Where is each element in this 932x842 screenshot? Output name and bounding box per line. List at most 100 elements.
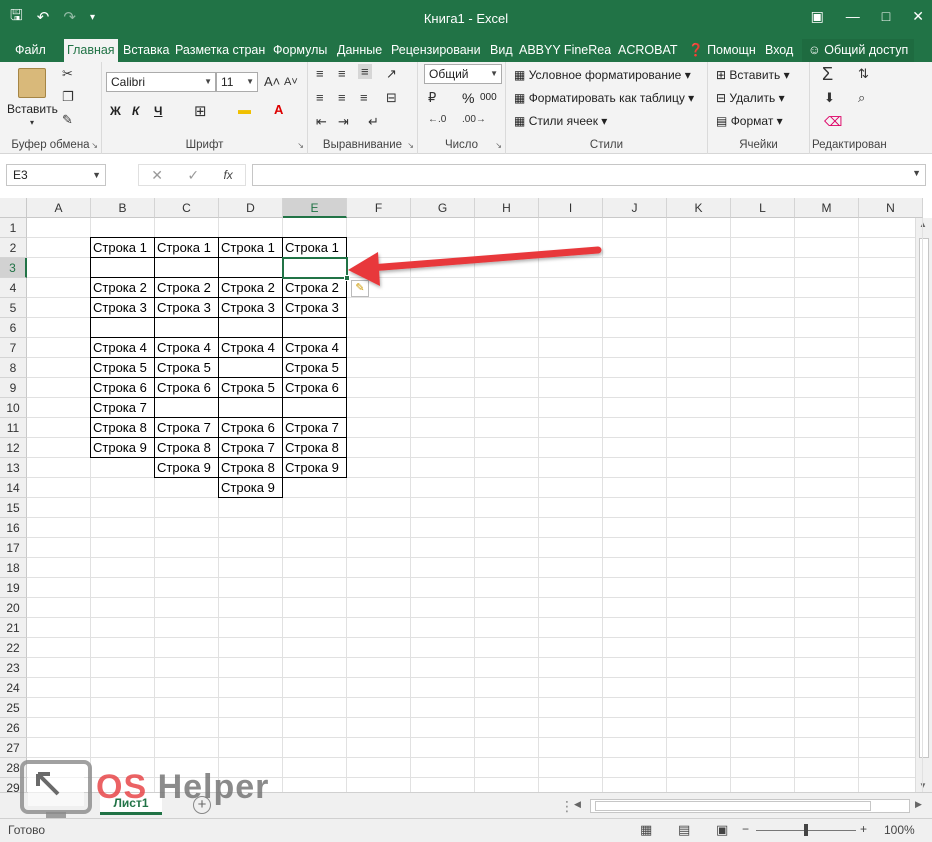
cell-e11[interactable]: Строка 7 (283, 418, 346, 438)
currency-icon[interactable]: ₽ (428, 90, 436, 106)
row-header-7[interactable]: 7 (0, 338, 27, 358)
cell-b10[interactable]: Строка 7 (91, 398, 154, 418)
ribbon-display-icon[interactable]: ▣ (811, 8, 824, 25)
column-header-k[interactable]: K (667, 198, 731, 218)
number-format-select[interactable]: Общий ▼ (424, 64, 502, 84)
share-button[interactable]: ☺ Общий доступ (802, 39, 915, 62)
font-launcher-icon[interactable]: ↘ (297, 141, 304, 150)
cell-d14[interactable]: Строка 9 (219, 478, 282, 498)
tab-review[interactable]: Рецензировани (388, 39, 482, 62)
cell-b2[interactable]: Строка 1 (91, 238, 154, 258)
increase-indent-icon[interactable]: ⇥ (338, 114, 349, 130)
cell-c13[interactable]: Строка 9 (155, 458, 218, 478)
bold-button[interactable]: Ж (110, 104, 121, 118)
tab-insert[interactable]: Вставка (120, 39, 172, 62)
cell-e2[interactable]: Строка 1 (283, 238, 346, 258)
row-header-10[interactable]: 10 (0, 398, 27, 418)
paste-button[interactable]: Вставить (7, 102, 58, 116)
align-center-icon[interactable]: ≡ (338, 90, 346, 105)
column-header-h[interactable]: H (475, 198, 539, 218)
row-header-23[interactable]: 23 (0, 658, 27, 678)
cell-c8[interactable]: Строка 5 (155, 358, 218, 378)
row-header-15[interactable]: 15 (0, 498, 27, 518)
row-header-26[interactable]: 26 (0, 718, 27, 738)
font-color-icon[interactable]: A (274, 102, 283, 117)
copy-icon[interactable]: ❐ (62, 89, 74, 105)
cell-e9[interactable]: Строка 6 (283, 378, 346, 398)
cell-c5[interactable]: Строка 3 (155, 298, 218, 318)
column-header-b[interactable]: B (91, 198, 155, 218)
row-header-17[interactable]: 17 (0, 538, 27, 558)
column-header-n[interactable]: N (859, 198, 923, 218)
tab-tell-me[interactable]: ❓ Помощн (685, 39, 759, 62)
column-header-a[interactable]: A (27, 198, 91, 218)
alignment-launcher-icon[interactable]: ↘ (407, 141, 414, 150)
minimize-icon[interactable]: — (846, 8, 860, 24)
italic-button[interactable]: К (132, 104, 139, 118)
column-header-m[interactable]: M (795, 198, 859, 218)
column-header-g[interactable]: G (411, 198, 475, 218)
row-header-8[interactable]: 8 (0, 358, 27, 378)
cell-b5[interactable]: Строка 3 (91, 298, 154, 318)
column-header-d[interactable]: D (219, 198, 283, 218)
row-header-11[interactable]: 11 (0, 418, 27, 438)
format-as-table-button[interactable]: ▦ Форматировать как таблицу ▾ (514, 91, 694, 105)
font-size-select[interactable]: 11 ▼ (216, 72, 258, 92)
cell-d7[interactable]: Строка 4 (219, 338, 282, 358)
normal-view-icon[interactable]: ▦ (640, 822, 652, 838)
tab-split-icon[interactable]: ⋮ (560, 798, 574, 815)
zoom-level[interactable]: 100% (884, 823, 915, 837)
column-header-c[interactable]: C (155, 198, 219, 218)
row-header-9[interactable]: 9 (0, 378, 27, 398)
column-header-j[interactable]: J (603, 198, 667, 218)
cell-d2[interactable]: Строка 1 (219, 238, 282, 258)
column-header-l[interactable]: L (731, 198, 795, 218)
cell-c2[interactable]: Строка 1 (155, 238, 218, 258)
autosum-icon[interactable]: Σ (822, 64, 833, 85)
cell-e5[interactable]: Строка 3 (283, 298, 346, 318)
cell-b7[interactable]: Строка 4 (91, 338, 154, 358)
merge-icon[interactable]: ⊟ (386, 90, 397, 106)
row-header-14[interactable]: 14 (0, 478, 27, 498)
decrease-decimal-icon[interactable]: .00→ (462, 114, 486, 125)
paste-dropdown-icon[interactable]: ▾ (30, 118, 34, 127)
number-launcher-icon[interactable]: ↘ (495, 141, 502, 150)
align-bottom-icon[interactable]: ≡ (358, 64, 372, 79)
tab-page-layout[interactable]: Разметка страни (172, 39, 266, 62)
wrap-text-icon[interactable]: ↵ (368, 114, 379, 130)
sort-filter-icon[interactable]: ⇅ (858, 66, 869, 82)
fill-handle[interactable] (344, 275, 350, 281)
maximize-icon[interactable]: □ (882, 8, 890, 24)
scroll-left-icon[interactable]: ◀ (574, 799, 581, 810)
cell-b12[interactable]: Строка 9 (91, 438, 154, 458)
expand-formula-icon[interactable]: ▼ (912, 168, 921, 178)
tab-home[interactable]: Главная (64, 39, 118, 62)
formula-input[interactable]: ▼ (252, 164, 926, 186)
cell-b11[interactable]: Строка 8 (91, 418, 154, 438)
row-header-6[interactable]: 6 (0, 318, 27, 338)
cell-e4[interactable]: Строка 2 (283, 278, 346, 298)
align-left-icon[interactable]: ≡ (316, 90, 324, 105)
cell-b4[interactable]: Строка 2 (91, 278, 154, 298)
row-header-16[interactable]: 16 (0, 518, 27, 538)
fill-icon[interactable]: ⬇ (824, 90, 835, 106)
row-header-19[interactable]: 19 (0, 578, 27, 598)
name-box[interactable]: E3 ▼ (6, 164, 106, 186)
worksheet-grid[interactable]: ▲ ▼ ABCDEFGHIJKLMN1234567891011121314151… (0, 198, 932, 792)
column-header-i[interactable]: I (539, 198, 603, 218)
scroll-right-icon[interactable]: ▶ (915, 799, 922, 810)
row-header-27[interactable]: 27 (0, 738, 27, 758)
underline-button[interactable]: Ч (154, 104, 162, 118)
cell-c9[interactable]: Строка 6 (155, 378, 218, 398)
row-header-20[interactable]: 20 (0, 598, 27, 618)
align-right-icon[interactable]: ≡ (360, 90, 368, 105)
tab-abbyy[interactable]: ABBYY FineRead (516, 39, 611, 62)
increase-font-icon[interactable]: A˄ (264, 74, 280, 89)
clear-icon[interactable]: ⌫ (824, 114, 842, 130)
cell-c7[interactable]: Строка 4 (155, 338, 218, 358)
cell-d13[interactable]: Строка 8 (219, 458, 282, 478)
zoom-in-icon[interactable]: + (860, 822, 867, 836)
tab-view[interactable]: Вид (487, 39, 516, 62)
font-name-select[interactable]: Calibri ▼ (106, 72, 216, 92)
cut-icon[interactable]: ✂ (62, 66, 73, 82)
